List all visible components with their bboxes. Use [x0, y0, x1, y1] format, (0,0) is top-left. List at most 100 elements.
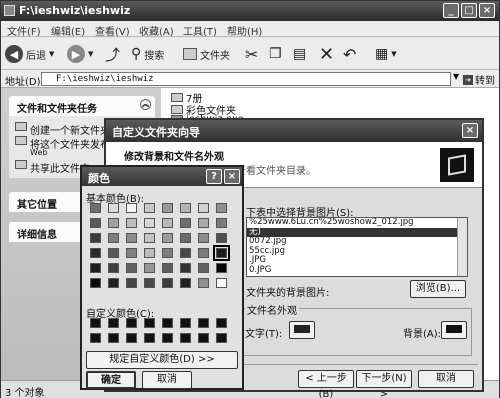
- color-swatch[interactable]: [108, 203, 119, 213]
- custom-color-swatch[interactable]: [198, 333, 209, 343]
- minimize-button[interactable]: _: [443, 3, 459, 18]
- color-swatch[interactable]: [90, 218, 101, 228]
- color-swatch[interactable]: [108, 263, 119, 273]
- collapse-icon[interactable]: ︽: [140, 99, 151, 110]
- custom-color-swatch[interactable]: [162, 333, 173, 343]
- menu-edit[interactable]: 编辑(E): [51, 23, 85, 38]
- task-share-folder[interactable]: 共享此文件夹: [15, 160, 90, 175]
- folders-button[interactable]: 文件夹: [183, 44, 230, 64]
- color-swatch[interactable]: [180, 233, 191, 243]
- color-swatch[interactable]: [162, 233, 173, 243]
- color-swatch[interactable]: [90, 278, 101, 288]
- close-button[interactable]: ×: [479, 3, 495, 18]
- color-swatch[interactable]: [180, 203, 191, 213]
- color-swatch[interactable]: [198, 263, 209, 273]
- color-swatch[interactable]: [216, 233, 227, 243]
- color-swatch[interactable]: [198, 248, 209, 258]
- tasks-panel-header[interactable]: 文件和文件夹任务 ︽: [9, 96, 155, 116]
- color-swatch[interactable]: [198, 203, 209, 213]
- color-cancel-button[interactable]: 取消: [142, 371, 192, 389]
- go-button[interactable]: ➔ 转到: [463, 72, 495, 87]
- list-scrollbar[interactable]: [457, 218, 467, 276]
- maximize-button[interactable]: □: [461, 3, 477, 18]
- color-swatch[interactable]: [126, 263, 137, 273]
- up-button[interactable]: ⤴: [105, 44, 120, 64]
- color-swatch[interactable]: [216, 263, 227, 273]
- color-swatch[interactable]: [216, 278, 227, 288]
- prev-button[interactable]: < 上一步(B): [298, 370, 354, 398]
- color-swatch[interactable]: [144, 233, 155, 243]
- color-swatch[interactable]: [216, 218, 227, 228]
- color-swatch[interactable]: [90, 263, 101, 273]
- search-button[interactable]: ⚲ 搜索: [131, 44, 164, 64]
- color-swatch[interactable]: [162, 203, 173, 213]
- color-swatch[interactable]: [108, 248, 119, 258]
- custom-color-swatch[interactable]: [180, 333, 191, 343]
- color-swatch[interactable]: [144, 218, 155, 228]
- color-swatch[interactable]: [216, 203, 227, 213]
- color-swatch[interactable]: [162, 263, 173, 273]
- custom-color-swatch[interactable]: [90, 333, 101, 343]
- cut-button[interactable]: ✂: [245, 44, 258, 64]
- menu-tools[interactable]: 工具(T): [183, 23, 217, 38]
- list-item[interactable]: 0.JPG: [247, 265, 467, 276]
- custom-color-swatch[interactable]: [216, 318, 227, 328]
- custom-color-swatch[interactable]: [180, 318, 191, 328]
- color-swatch[interactable]: [198, 278, 209, 288]
- forward-button[interactable]: ▶ ▼: [67, 44, 93, 64]
- menu-help[interactable]: 帮助(H): [227, 23, 262, 38]
- color-swatch[interactable]: [108, 233, 119, 243]
- color-dialog-close-button[interactable]: ×: [224, 169, 240, 184]
- background-image-list[interactable]: %25www.6Lu.cn%25woshow2_012.jpg 无) 0072.…: [246, 217, 468, 277]
- custom-color-swatch[interactable]: [108, 318, 119, 328]
- color-swatch[interactable]: [180, 263, 191, 273]
- ok-button[interactable]: 确定: [86, 371, 136, 389]
- custom-color-swatch[interactable]: [126, 333, 137, 343]
- color-swatch[interactable]: [126, 233, 137, 243]
- custom-color-swatch[interactable]: [126, 318, 137, 328]
- views-button[interactable]: ▦ ▼: [375, 44, 397, 64]
- color-swatch[interactable]: [126, 278, 137, 288]
- text-color-button[interactable]: [289, 321, 315, 339]
- next-button[interactable]: 下一步(N) >: [356, 370, 412, 398]
- color-swatch[interactable]: [162, 218, 173, 228]
- color-swatch[interactable]: [90, 203, 101, 213]
- color-swatch[interactable]: [180, 278, 191, 288]
- help-button[interactable]: ?: [206, 169, 222, 184]
- color-swatch[interactable]: [126, 218, 137, 228]
- delete-button[interactable]: ✕: [319, 44, 334, 65]
- color-swatch[interactable]: [144, 263, 155, 273]
- color-swatch[interactable]: [180, 218, 191, 228]
- custom-color-swatch[interactable]: [162, 318, 173, 328]
- color-swatch[interactable]: [144, 278, 155, 288]
- custom-color-swatch[interactable]: [198, 318, 209, 328]
- color-swatch[interactable]: [162, 248, 173, 258]
- list-item[interactable]: %25www.6Lu.cn%25woshow2_012.jpg: [247, 218, 467, 228]
- define-custom-colors-button[interactable]: 规定自定义颜色(D) >>: [86, 351, 238, 369]
- menu-favorites[interactable]: 收藏(A): [139, 23, 174, 38]
- task-new-folder[interactable]: 创建一个新文件夹: [15, 122, 110, 137]
- color-swatch[interactable]: [180, 248, 191, 258]
- color-swatch[interactable]: [126, 203, 137, 213]
- custom-color-swatch[interactable]: [216, 333, 227, 343]
- browse-button[interactable]: 浏览(B)...: [410, 280, 466, 298]
- menu-file[interactable]: 文件(F): [7, 23, 41, 38]
- color-swatch[interactable]: [162, 278, 173, 288]
- wizard-cancel-button[interactable]: 取消: [418, 370, 474, 388]
- custom-color-swatch[interactable]: [90, 318, 101, 328]
- color-swatch[interactable]: [108, 218, 119, 228]
- copy-button[interactable]: ❐: [269, 44, 282, 64]
- address-dropdown-icon[interactable]: ▼: [453, 72, 459, 81]
- color-swatch[interactable]: [90, 248, 101, 258]
- color-swatch[interactable]: [198, 233, 209, 243]
- color-swatch[interactable]: [198, 218, 209, 228]
- address-input[interactable]: F:\ieshwiz\ieshwiz: [41, 72, 451, 86]
- color-swatch[interactable]: [213, 245, 230, 261]
- wizard-close-button[interactable]: ×: [462, 123, 478, 138]
- custom-color-swatch[interactable]: [144, 333, 155, 343]
- custom-color-swatch[interactable]: [108, 333, 119, 343]
- list-item[interactable]: 55cc.jpg: [247, 246, 467, 257]
- background-color-button[interactable]: [441, 321, 467, 339]
- back-button[interactable]: ◀ 后退 ▼: [5, 44, 54, 64]
- color-swatch[interactable]: [144, 203, 155, 213]
